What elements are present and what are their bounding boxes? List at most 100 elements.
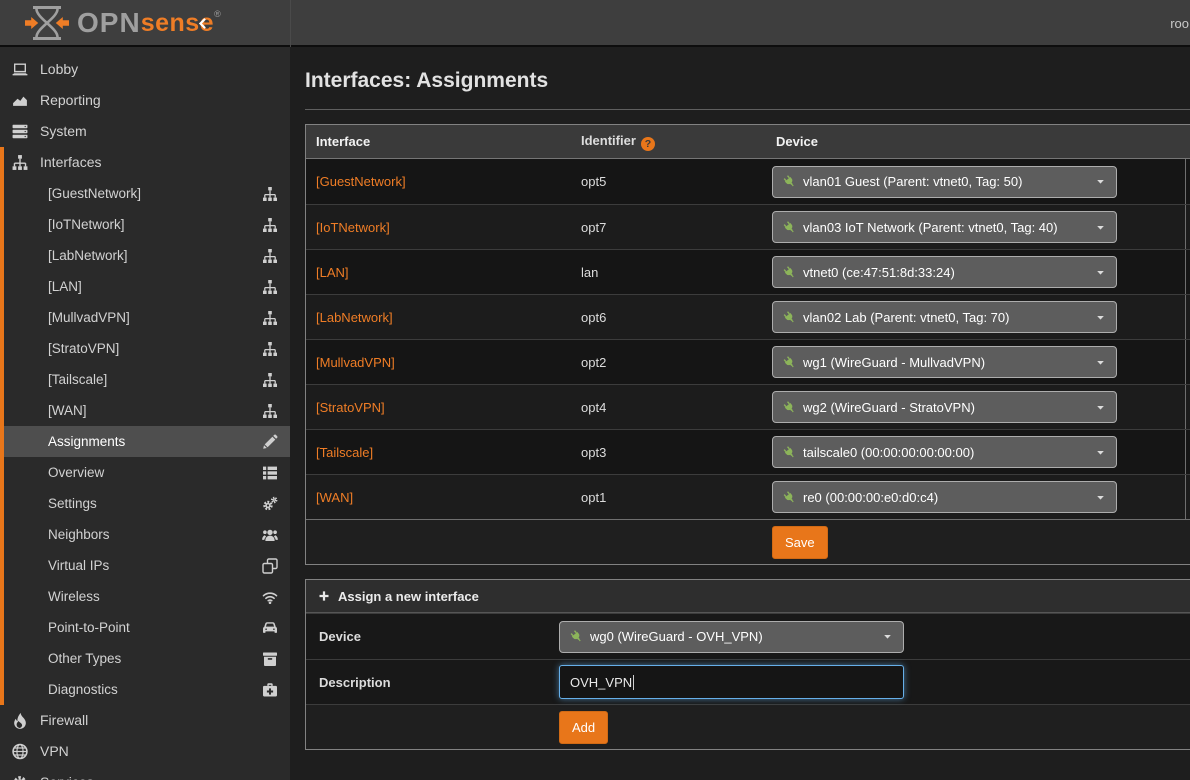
sidebar-item-guestnetwork[interactable]: [GuestNetwork]: [4, 178, 290, 209]
caret-down-icon: [1095, 267, 1106, 278]
table-footer-row: Save: [306, 519, 1190, 564]
caret-down-icon: [1095, 357, 1106, 368]
archive-icon: [262, 651, 278, 667]
interface-link[interactable]: [WAN]: [316, 490, 353, 505]
caret-down-icon: [1095, 222, 1106, 233]
navbar-divider: [290, 0, 291, 47]
sitemap-icon: [262, 403, 278, 419]
caret-down-icon: [1095, 402, 1106, 413]
top-navbar: OPNsense® roo: [0, 0, 1190, 47]
sidebar-item-wireless[interactable]: Wireless: [4, 581, 290, 612]
device-select[interactable]: vlan01 Guest (Parent: vtnet0, Tag: 50): [772, 166, 1117, 198]
sidebar-item-labnetwork[interactable]: [LabNetwork]: [4, 240, 290, 271]
gear-icon: [11, 774, 29, 780]
plug-icon: [783, 221, 796, 234]
username-label[interactable]: roo: [1170, 0, 1189, 47]
sidebar-item-reporting[interactable]: Reporting: [0, 85, 290, 116]
description-field-row: Description OVH_VPN: [306, 659, 1190, 704]
description-field-label: Description: [306, 675, 559, 690]
identifier-text: opt6: [571, 310, 768, 325]
assignments-panel: Interface Identifier? Device [GuestNetwo…: [305, 124, 1190, 565]
device-select[interactable]: vlan02 Lab (Parent: vtnet0, Tag: 70): [772, 301, 1117, 333]
plug-icon: [783, 356, 796, 369]
device-select[interactable]: vtnet0 (ce:47:51:8d:33:24): [772, 256, 1117, 288]
column-header-device: Device: [768, 125, 1186, 158]
interface-link[interactable]: [LabNetwork]: [316, 310, 393, 325]
pencil-icon: [262, 434, 278, 450]
identifier-text: opt5: [571, 174, 768, 189]
sidebar-item-system[interactable]: System: [0, 116, 290, 147]
sidebar-item-diagnostics[interactable]: Diagnostics: [4, 674, 290, 705]
identifier-text: opt3: [571, 445, 768, 460]
sidebar-item-assignments[interactable]: Assignments: [4, 426, 290, 457]
sidebar-item-vpn[interactable]: VPN: [0, 736, 290, 767]
sidebar-item-wan[interactable]: [WAN]: [4, 395, 290, 426]
new-device-select[interactable]: wg0 (WireGuard - OVH_VPN): [559, 621, 904, 653]
interface-link[interactable]: [Tailscale]: [316, 445, 373, 460]
description-input[interactable]: OVH_VPN: [559, 665, 904, 699]
sidebar-item-settings[interactable]: Settings: [4, 488, 290, 519]
device-select-value: vtnet0 (ce:47:51:8d:33:24): [803, 265, 955, 280]
sitemap-icon: [262, 279, 278, 295]
save-button[interactable]: Save: [772, 526, 828, 559]
sidebar-item-mullvadvpn[interactable]: [MullvadVPN]: [4, 302, 290, 333]
sidebar-item-other-types[interactable]: Other Types: [4, 643, 290, 674]
device-select[interactable]: wg1 (WireGuard - MullvadVPN): [772, 346, 1117, 378]
interface-link[interactable]: [StratoVPN]: [316, 400, 385, 415]
device-select[interactable]: re0 (00:00:00:e0:d0:c4): [772, 481, 1117, 513]
sidebar-item-neighbors[interactable]: Neighbors: [4, 519, 290, 550]
sidebar-item-point-to-point[interactable]: Point-to-Point: [4, 612, 290, 643]
assignment-row-stratovpn: [StratoVPN] opt4 wg2 (WireGuard - Strato…: [306, 384, 1190, 429]
sidebar-item-firewall[interactable]: Firewall: [0, 705, 290, 736]
sidebar-item-virtual-ips[interactable]: Virtual IPs: [4, 550, 290, 581]
th-list-icon: [262, 465, 278, 481]
sidebar-collapse-button[interactable]: [194, 16, 209, 31]
device-select[interactable]: wg2 (WireGuard - StratoVPN): [772, 391, 1117, 423]
assignment-row-lan: [LAN] lan vtnet0 (ce:47:51:8d:33:24): [306, 249, 1190, 294]
wifi-icon: [262, 589, 278, 605]
identifier-text: opt4: [571, 400, 768, 415]
sitemap-icon: [262, 341, 278, 357]
sidebar-item-lan[interactable]: [LAN]: [4, 271, 290, 302]
sidebar: Lobby Reporting System Interfaces: [0, 47, 290, 780]
interface-link[interactable]: [LAN]: [316, 265, 349, 280]
cogs-icon: [262, 496, 278, 512]
device-select-value: wg2 (WireGuard - StratoVPN): [803, 400, 975, 415]
assignment-row-tailscale: [Tailscale] opt3 tailscale0 (00:00:00:00…: [306, 429, 1190, 474]
sidebar-item-overview[interactable]: Overview: [4, 457, 290, 488]
sidebar-item-interfaces[interactable]: Interfaces: [4, 147, 290, 178]
device-select[interactable]: tailscale0 (00:00:00:00:00:00): [772, 436, 1117, 468]
interface-link[interactable]: [IoTNetwork]: [316, 220, 390, 235]
column-header-identifier: Identifier?: [571, 133, 768, 151]
title-divider: [305, 109, 1190, 110]
device-field-row: Device wg0 (WireGuard - OVH_VPN): [306, 613, 1190, 659]
device-select[interactable]: vlan03 IoT Network (Parent: vtnet0, Tag:…: [772, 211, 1117, 243]
text-cursor: [633, 675, 634, 690]
caret-down-icon: [882, 631, 893, 642]
sitemap-icon: [262, 310, 278, 326]
assignment-row-labnetwork: [LabNetwork] opt6 vlan02 Lab (Parent: vt…: [306, 294, 1190, 339]
brand-logo[interactable]: OPNsense®: [24, 5, 221, 41]
assign-new-interface-header[interactable]: Assign a new interface: [306, 580, 1190, 613]
add-button-row: Add: [306, 704, 1190, 749]
sidebar-item-stratovpn[interactable]: [StratoVPN]: [4, 333, 290, 364]
device-select-value: tailscale0 (00:00:00:00:00:00): [803, 445, 974, 460]
opnsense-hourglass-icon: [24, 5, 70, 41]
clone-icon: [262, 558, 278, 574]
sidebar-item-lobby[interactable]: Lobby: [0, 54, 290, 85]
sidebar-item-services[interactable]: Services: [0, 767, 290, 780]
sidebar-item-tailscale[interactable]: [Tailscale]: [4, 364, 290, 395]
interface-link[interactable]: [GuestNetwork]: [316, 174, 406, 189]
page-title: Interfaces: Assignments: [290, 47, 1190, 93]
plug-icon: [783, 446, 796, 459]
device-select-value: vlan02 Lab (Parent: vtnet0, Tag: 70): [803, 310, 1009, 325]
interface-link[interactable]: [MullvadVPN]: [316, 355, 395, 370]
assignment-row-mullvadvpn: [MullvadVPN] opt2 wg1 (WireGuard - Mullv…: [306, 339, 1190, 384]
add-button[interactable]: Add: [559, 711, 608, 744]
help-icon[interactable]: ?: [641, 137, 655, 151]
chevron-left-icon: [194, 16, 209, 31]
column-header-interface: Interface: [306, 134, 571, 149]
plug-icon: [783, 401, 796, 414]
caret-down-icon: [1095, 176, 1106, 187]
sidebar-item-iotnetwork[interactable]: [IoTNetwork]: [4, 209, 290, 240]
